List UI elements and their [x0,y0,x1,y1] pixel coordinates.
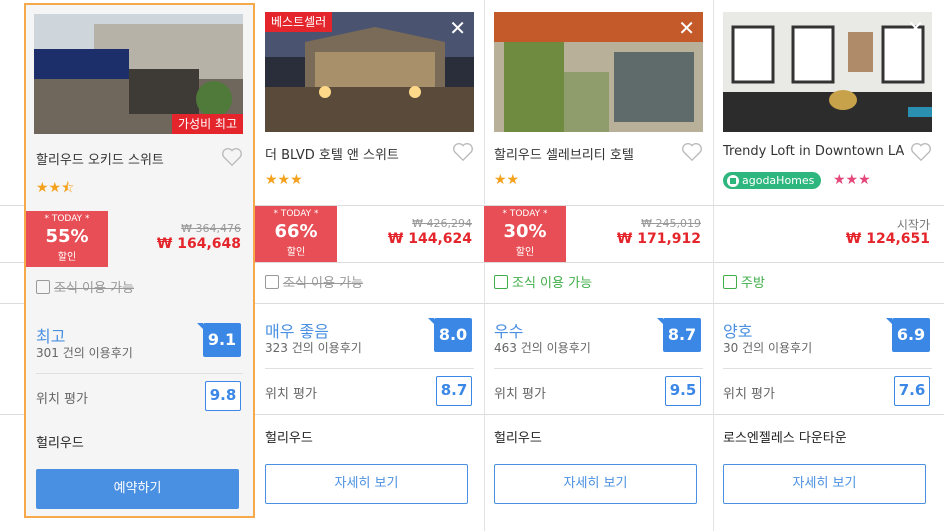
discount-percent: 66% [274,221,318,242]
sale-price: ₩ 164,648 [156,236,241,252]
hotel-name[interactable]: 더 BLVD 호텔 앤 스위트 [265,144,399,163]
divider [36,373,243,374]
review-score: 9.1 [197,323,241,357]
discount-percent: 55% [45,226,89,247]
review-count[interactable]: 301 건의 이용후기 [36,344,133,361]
location-label: 위치 평가 [265,387,317,402]
review-count[interactable]: 463 건의 이용후기 [494,339,591,356]
today-label: * TODAY * [44,214,90,224]
book-button[interactable]: 예약하기 [36,469,239,509]
today-label: * TODAY * [502,209,548,219]
hotel-name[interactable]: 할리우드 오키드 스위트 [36,149,164,168]
original-price: ₩ 426,294 [412,217,472,230]
star-rating: ★★★ [833,172,871,188]
hotel-card[interactable]: ✕ 할리우드 셀레브리티 호텔 ★★ * TODAY * 30% 할인 ₩ 24… [484,0,713,531]
close-icon[interactable]: ✕ [678,18,695,38]
bestseller-badge: 베스트셀러 [265,12,333,32]
discount-box: * TODAY * 55% 할인 [26,211,108,267]
location-label: 위치 평가 [36,392,88,407]
discount-box: * TODAY * 66% 할인 [255,206,337,262]
amenity: 조식 이용 가능 [265,272,363,291]
discount-percent: 30% [503,221,547,242]
location-score: 7.6 [894,376,930,406]
amenity-label: 조식 이용 가능 [54,281,135,296]
view-details-button[interactable]: 자세히 보기 [494,464,697,504]
review-score: 6.9 [886,318,930,352]
view-details-button[interactable]: 자세히 보기 [723,464,926,504]
review-count[interactable]: 323 건의 이용후기 [265,339,362,356]
divider [265,368,474,369]
agoda-homes-label: agodaHomes [742,174,815,187]
area-name: 로스엔젤레스 다운타운 [723,431,847,446]
hotel-card[interactable]: 가성비 최고 할리우드 오키드 스위트 ★★⯪ * TODAY * 55% 할인… [24,3,255,518]
discount-box: * TODAY * 30% 할인 [484,206,566,262]
heart-icon[interactable] [221,147,243,167]
amenity: 조식 이용 가능 [494,272,592,291]
area-name: 헐리우드 [265,431,313,446]
heart-icon[interactable] [681,142,703,162]
close-icon[interactable]: ✕ [449,18,466,38]
hotel-photo[interactable]: 베스트셀러 ✕ [265,12,474,132]
kitchen-icon [723,274,737,289]
sale-price: ₩ 124,651 [845,231,930,247]
heart-icon[interactable] [452,142,474,162]
coffee-cup-icon [265,274,279,289]
coffee-cup-icon [494,274,508,289]
amenity-label: 주방 [741,276,765,291]
discount-label: 할인 [515,247,535,258]
star-rating: ★★ [494,172,520,188]
hotel-name[interactable]: Trendy Loft in Downtown LA [723,144,904,159]
discount-label: 할인 [286,247,306,258]
hotel-photo[interactable]: ✕ [723,12,932,132]
location-label: 위치 평가 [723,387,775,402]
hotel-card[interactable]: 베스트셀러 ✕ 더 BLVD 호텔 앤 스위트 ★★★ * TODAY * 66… [255,0,484,531]
heart-icon[interactable] [910,142,932,162]
divider [723,368,932,369]
location-score: 9.8 [205,381,241,411]
close-icon[interactable]: ✕ [907,18,924,38]
star-rating: ★★⯪ [36,180,75,196]
amenity: 주방 [723,272,765,291]
location-label: 위치 평가 [494,387,546,402]
home-icon [727,174,739,187]
area-name: 헐리우드 [36,436,84,451]
coffee-cup-icon [36,279,50,294]
amenity-label: 조식 이용 가능 [283,276,364,291]
hotel-card[interactable]: ✕ Trendy Loft in Downtown LA agodaHomes … [713,0,942,531]
agoda-homes-badge: agodaHomes [723,172,822,189]
location-score: 8.7 [436,376,472,406]
hotel-name[interactable]: 할리우드 셀레브리티 호텔 [494,144,634,163]
location-score: 9.5 [665,376,701,406]
amenity: 조식 이용 가능 [36,277,134,296]
original-price: ₩ 364,476 [181,222,241,235]
hotel-photo[interactable]: 가성비 최고 [34,14,243,134]
star-rating: ★★★ [265,172,303,188]
divider [494,368,703,369]
review-score: 8.0 [428,318,472,352]
today-label: * TODAY * [273,209,319,219]
value-badge: 가성비 최고 [171,114,243,134]
review-count[interactable]: 30 건의 이용후기 [723,339,812,356]
sale-price: ₩ 144,624 [387,231,472,247]
sale-price: ₩ 171,912 [616,231,701,247]
review-score: 8.7 [657,318,701,352]
hotel-photo[interactable]: ✕ [494,12,703,132]
amenity-label: 조식 이용 가능 [512,276,593,291]
discount-label: 할인 [57,252,77,263]
area-name: 헐리우드 [494,431,542,446]
view-details-button[interactable]: 자세히 보기 [265,464,468,504]
original-price: ₩ 245,019 [641,217,701,230]
